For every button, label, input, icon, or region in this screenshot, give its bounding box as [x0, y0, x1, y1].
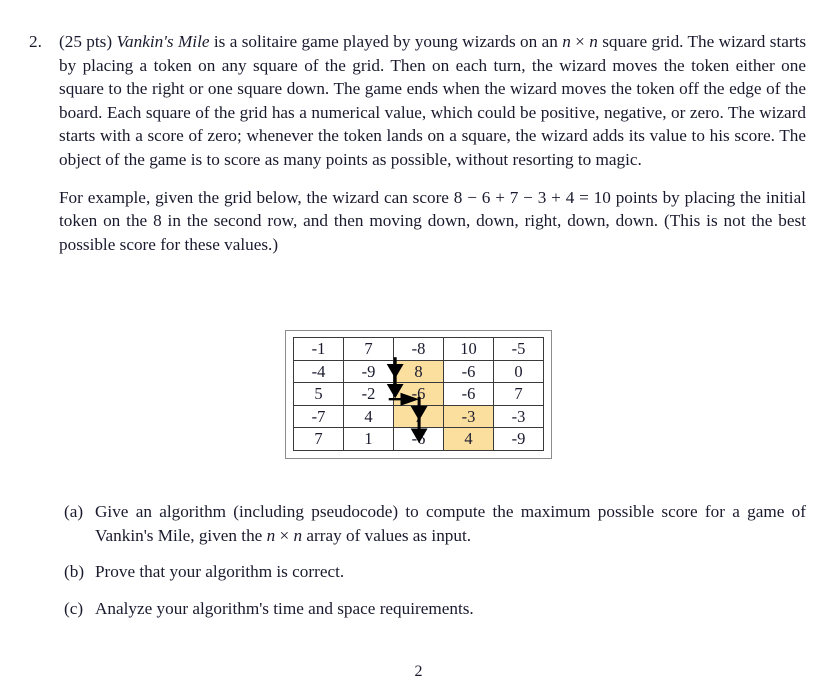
grid-row: 7 1 -6 4 -9 [293, 427, 544, 451]
math-var-n-1: n [562, 32, 571, 51]
grid-cell: -3 [493, 404, 544, 428]
vankins-mile-grid: -1 7 -8 10 -5 -4 -9 8 -6 0 5 -2 -6 -6 7 -7 4 7 -3 -3 7 1 -6 4 -9 [293, 337, 544, 451]
problem-paragraph-1-part-b: square grid. The wizard starts by placin… [59, 32, 807, 169]
subpart-text-part-a: Prove that your algorithm is correct. [95, 562, 345, 582]
math-var-n-2: n [293, 525, 303, 545]
subpart-item: (c) Analyze your algorithm's time and spa… [64, 597, 806, 621]
problem-points: (25 pts) [59, 32, 113, 51]
problem-paragraph-1: (25 pts) Vankin's Mile is a solitaire ga… [59, 30, 806, 172]
grid-cell: 10 [443, 337, 494, 361]
subpart-label: (a) [64, 502, 84, 521]
grid-cell: -4 [293, 359, 344, 383]
grid-cell: -8 [393, 337, 444, 361]
problem-paragraph-2: For example, given the grid below, the w… [59, 187, 806, 254]
grid-cell: -6 [393, 427, 444, 451]
grid-cell: 4 [443, 427, 494, 451]
grid-figure: -1 7 -8 10 -5 -4 -9 8 -6 0 5 -2 -6 -6 7 -7 4 7 -3 -3 7 1 -6 4 -9 [0, 330, 837, 459]
subpart-text-part-b: array of values as input. [302, 525, 472, 545]
grid-cell: 7 [343, 337, 394, 361]
problem-number: 2. [29, 32, 42, 51]
subpart-item: (a) Give an algorithm (including pseudoco… [64, 500, 806, 547]
grid-cell: -1 [293, 337, 344, 361]
grid-cell: -5 [493, 337, 544, 361]
subpart-label: (c) [64, 598, 84, 618]
grid-figure-frame: -1 7 -8 10 -5 -4 -9 8 -6 0 5 -2 -6 -6 7 -7 4 7 -3 -3 7 1 -6 4 -9 [285, 330, 552, 459]
math-var-n-1: n [266, 525, 276, 545]
subpart-text: Prove that your algorithm is correct. [95, 560, 806, 584]
grid-cell: -6 [393, 382, 444, 406]
grid-cell: 0 [493, 359, 544, 383]
subpart-math-group: n × n [267, 526, 302, 545]
grid-cell: -2 [343, 382, 394, 406]
problem-title: Vankin's Mile [116, 32, 210, 51]
subpart-item: (b) Prove that your algorithm is correct. [64, 560, 806, 584]
grid-cell: -3 [443, 404, 494, 428]
problem-row: 2. (25 pts) Vankin's Mile is a solitaire… [28, 30, 806, 256]
grid-cell: -7 [293, 404, 344, 428]
subpart-text: Give an algorithm (including pseudocode)… [95, 500, 806, 547]
grid-row: -7 4 7 -3 -3 [293, 404, 544, 428]
document-page: 2. (25 pts) Vankin's Mile is a solitaire… [0, 0, 837, 677]
grid-cell: 7 [393, 404, 444, 428]
grid-cell: 8 [393, 359, 444, 383]
times-symbol-1: × [575, 32, 585, 51]
problem-statement: 2. (25 pts) Vankin's Mile is a solitaire… [28, 30, 806, 256]
grid-cell: -9 [343, 359, 394, 383]
times-symbol: × [279, 525, 290, 545]
grid-row: -1 7 -8 10 -5 [293, 337, 544, 361]
grid-cell: 4 [343, 404, 394, 428]
grid-cell: -6 [443, 382, 494, 406]
math-var-n-2: n [589, 32, 598, 51]
problem-body: (25 pts) Vankin's Mile is a solitaire ga… [59, 30, 806, 256]
subpart-text-part-a: Analyze your algorithm's time and space … [95, 598, 474, 618]
problem-paragraph-1-part-a: is a solitaire game played by young wiza… [209, 32, 563, 51]
grid-body: -1 7 -8 10 -5 -4 -9 8 -6 0 5 -2 -6 -6 7 -7 4 7 -3 -3 7 1 -6 4 -9 [293, 337, 544, 451]
grid-row: -4 -9 8 -6 0 [293, 359, 544, 383]
grid-row: 5 -2 -6 -6 7 [293, 382, 544, 406]
subparts-list: (a) Give an algorithm (including pseudoco… [64, 500, 806, 620]
subpart-text: Analyze your algorithm's time and space … [95, 597, 806, 621]
page-number: 2 [414, 663, 423, 677]
grid-cell: -9 [493, 427, 544, 451]
grid-cell: 5 [293, 382, 344, 406]
grid-cell: 1 [343, 427, 394, 451]
grid-cell: -6 [443, 359, 494, 383]
grid-cell: 7 [293, 427, 344, 451]
subpart-label: (b) [64, 562, 85, 582]
grid-cell: 7 [493, 382, 544, 406]
